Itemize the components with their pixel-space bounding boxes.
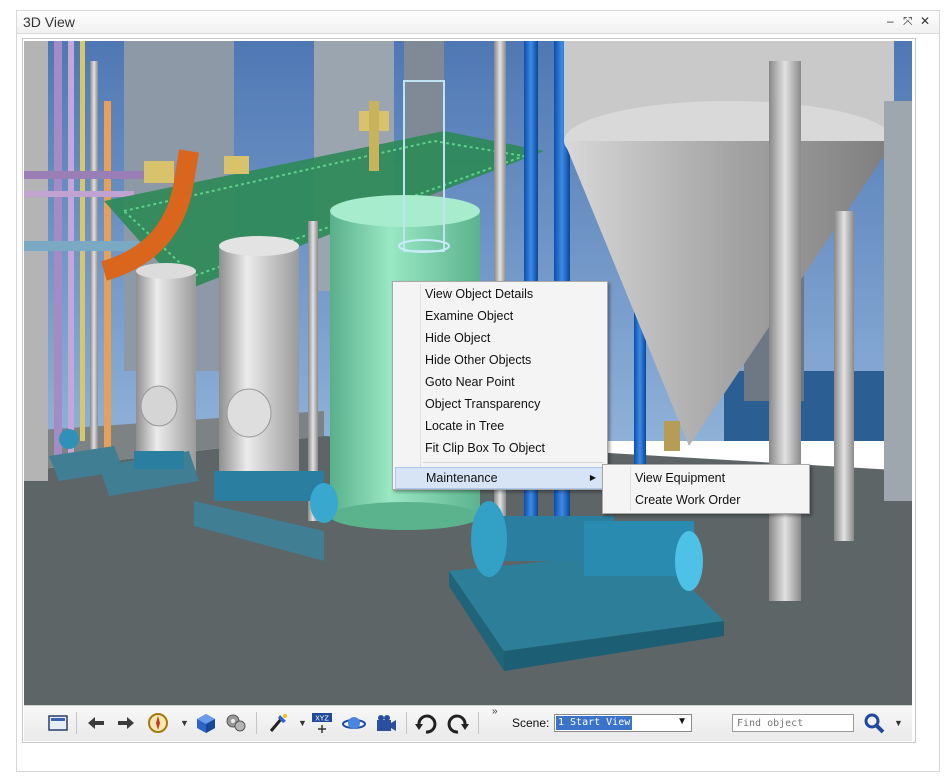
menu-item-examine-object[interactable]: Examine Object: [395, 305, 605, 327]
scene-selected-value: 1 Start View: [556, 716, 633, 730]
bottom-toolbar: ▼ ▼ XYZ » Scene: 1 Start View ▼ ▼: [24, 705, 912, 741]
window-icon[interactable]: [46, 711, 70, 735]
svg-text:XYZ: XYZ: [315, 715, 329, 723]
search-dropdown-arrow-icon[interactable]: ▼: [894, 718, 903, 728]
toolbar-separator: [76, 712, 77, 734]
wand-dropdown-arrow-icon[interactable]: ▼: [298, 718, 307, 728]
menu-item-hide-object[interactable]: Hide Object: [395, 327, 605, 349]
find-object-input[interactable]: [732, 714, 854, 732]
title-bar: 3D View – ⤧ ✕: [17, 11, 939, 34]
menu-item-object-transparency[interactable]: Object Transparency: [395, 393, 605, 415]
toolbar-separator: [478, 712, 479, 734]
maximize-button[interactable]: ⤧: [903, 14, 913, 29]
submenu-arrow-icon: ▶: [589, 473, 596, 482]
toolbar-overflow-icon[interactable]: »: [492, 706, 498, 717]
menu-item-fit-clip-box[interactable]: Fit Clip Box To Object: [395, 437, 605, 459]
gears-icon[interactable]: [224, 711, 248, 735]
wand-icon[interactable]: [266, 711, 290, 735]
minimize-button[interactable]: –: [887, 14, 894, 28]
submenu-item-create-work-order[interactable]: Create Work Order: [605, 489, 807, 511]
menu-separator: [423, 462, 603, 463]
rotate-right-icon[interactable]: [446, 711, 470, 735]
scene-label: Scene:: [512, 716, 550, 730]
xyz-coordinates-icon[interactable]: XYZ: [310, 711, 334, 735]
forward-arrow-icon[interactable]: [114, 711, 138, 735]
menu-item-maintenance-label: Maintenance: [426, 471, 498, 485]
scene-select[interactable]: 1 Start View ▼: [554, 714, 692, 732]
search-icon[interactable]: [862, 711, 886, 735]
menu-item-locate-in-tree[interactable]: Locate in Tree: [395, 415, 605, 437]
menu-item-maintenance[interactable]: Maintenance ▶: [395, 467, 605, 489]
toolbar-separator: [256, 712, 257, 734]
cube-icon[interactable]: [194, 711, 218, 735]
menu-item-hide-other-objects[interactable]: Hide Other Objects: [395, 349, 605, 371]
maintenance-submenu: View Equipment Create Work Order: [602, 464, 810, 514]
scene-dropdown-arrow-icon[interactable]: ▼: [677, 716, 687, 727]
context-menu: View Object Details Examine Object Hide …: [392, 281, 608, 490]
toolbar-separator: [406, 712, 407, 734]
menu-item-goto-near-point[interactable]: Goto Near Point: [395, 371, 605, 393]
rotate-left-icon[interactable]: [414, 711, 438, 735]
menu-item-view-object-details[interactable]: View Object Details: [395, 283, 605, 305]
close-button[interactable]: ✕: [920, 14, 930, 28]
compass-icon[interactable]: [146, 711, 170, 735]
back-arrow-icon[interactable]: [84, 711, 108, 735]
window-title: 3D View: [23, 14, 75, 30]
planet-icon[interactable]: [342, 711, 366, 735]
submenu-item-view-equipment[interactable]: View Equipment: [605, 467, 807, 489]
camera-icon[interactable]: [374, 711, 398, 735]
compass-dropdown-arrow-icon[interactable]: ▼: [180, 718, 189, 728]
